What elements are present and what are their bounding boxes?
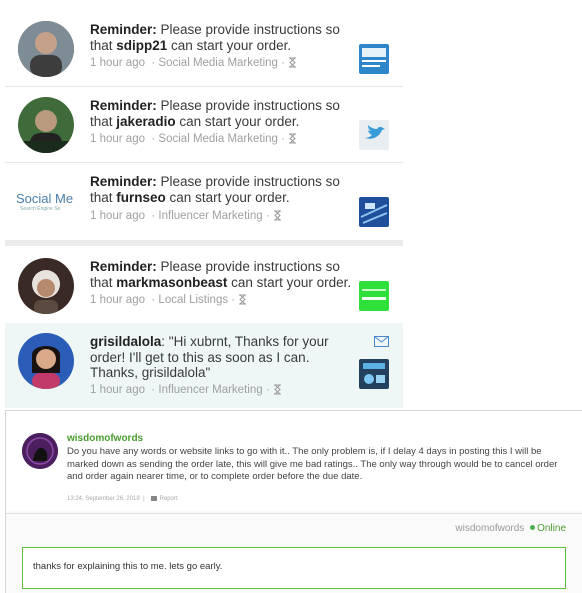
conversation-panel: wisdomofwords Do you have any words or w… (5, 410, 582, 593)
user-photo-icon (18, 97, 74, 153)
avatar[interactable] (18, 97, 74, 153)
notification-text: Reminder: Please provide instructions so… (90, 174, 340, 205)
notifications-panel: Reminder: Please provide instructions so… (5, 10, 403, 408)
notification-meta: 1 hour ago · Social Media Marketing · (90, 133, 297, 145)
reply-text[interactable]: thanks for explaining this to me. lets g… (33, 561, 222, 572)
user-photo-icon (18, 21, 74, 77)
notification-item[interactable]: grisildalola: "Hi xubrnt, Thanks for you… (5, 323, 403, 408)
divider (6, 513, 582, 514)
sender-name[interactable]: wisdomofwords (67, 433, 143, 444)
message: wisdomofwords Do you have any words or w… (6, 411, 582, 511)
twitter-bird-thumbnail-icon (359, 120, 389, 150)
gig-thumbnail[interactable] (359, 197, 389, 227)
hourglass-icon (239, 294, 247, 305)
reply-input[interactable]: thanks for explaining this to me. lets g… (22, 547, 566, 589)
avatar[interactable] (22, 433, 58, 469)
avatar[interactable] (18, 258, 74, 314)
notification-item[interactable]: Reminder: Please provide instructions so… (5, 87, 403, 162)
notification-text: grisildalola: "Hi xubrnt, Thanks for you… (90, 334, 329, 380)
avatar[interactable]: Social Me Search Engine Se (16, 173, 74, 229)
hourglass-icon (289, 133, 297, 144)
flag-icon (150, 496, 157, 501)
notification-meta: 1 hour ago · Local Listings · (90, 294, 247, 306)
notification-text: Reminder: Please provide instructions so… (90, 22, 340, 53)
user-photo-icon (18, 333, 74, 389)
gig-thumbnail-icon (359, 359, 389, 389)
notification-meta: 1 hour ago · Social Media Marketing · (90, 57, 297, 69)
hourglass-icon (289, 57, 297, 68)
user-silhouette-icon (22, 433, 58, 469)
message-text: Do you have any words or website links t… (67, 446, 558, 482)
green-thumbnail-icon (359, 281, 389, 311)
avatar[interactable] (18, 333, 74, 389)
status-username[interactable]: wisdomofwords (455, 523, 524, 534)
user-status: wisdomofwords Online (455, 523, 566, 534)
gig-thumbnail[interactable] (359, 281, 389, 311)
user-photo-icon (18, 258, 74, 314)
logo-subtext: Search Engine Se (20, 206, 61, 212)
gig-thumbnail-icon (359, 44, 389, 74)
notification-text: Reminder: Please provide instructions so… (90, 98, 340, 129)
notification-item[interactable]: Reminder: Please provide instructions so… (5, 246, 403, 323)
gig-thumbnail[interactable] (359, 120, 389, 150)
gig-thumbnail[interactable] (359, 359, 389, 389)
hourglass-icon (273, 384, 281, 395)
envelope-icon[interactable] (374, 336, 389, 347)
hourglass-icon (273, 210, 281, 221)
gig-thumbnail-icon (359, 197, 389, 227)
gig-thumbnail[interactable] (359, 44, 389, 74)
notification-meta: 1 hour ago · Influencer Marketing · (90, 384, 282, 396)
report-link[interactable]: Report (160, 496, 178, 502)
notification-meta: 1 hour ago · Influencer Marketing · (90, 210, 282, 222)
logo-text: Social Me (16, 191, 74, 206)
notification-item[interactable]: Reminder: Please provide instructions so… (5, 10, 403, 86)
status-label: Online (537, 523, 566, 534)
message-timestamp: 13:24, September 26, 2018 | Report (67, 496, 178, 502)
notification-item[interactable]: Social Me Search Engine Se Reminder: Ple… (5, 163, 403, 239)
avatar[interactable] (18, 21, 74, 77)
online-dot-icon (530, 525, 536, 530)
notification-text: Reminder: Please provide instructions so… (90, 259, 352, 290)
